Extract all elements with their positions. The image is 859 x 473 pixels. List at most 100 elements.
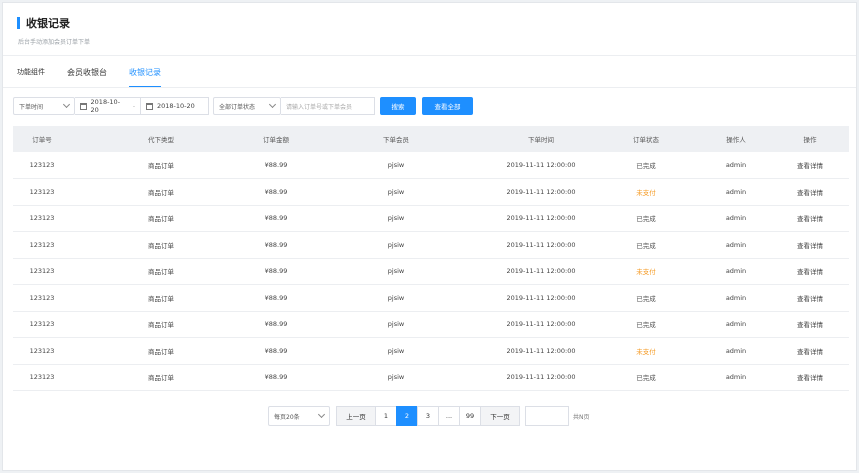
tab-components[interactable]: 功能组件 (17, 67, 45, 88)
main-card: 收银记录 后台手动添加会员订单下单 功能组件 会员收银台 收银记录 下单时间 2… (2, 2, 857, 471)
column-header: 下单会员 (383, 136, 409, 144)
cell-order-no: 123123 (29, 346, 55, 355)
cell-type: 商品订单 (148, 268, 174, 277)
view-all-button[interactable]: 查看全部 (422, 97, 473, 115)
cell-type: 商品订单 (148, 347, 174, 356)
cell-status: 已完成 (636, 162, 656, 170)
column-header: 订单号 (32, 136, 52, 144)
cell-operator: admin (725, 161, 747, 169)
divider (3, 55, 856, 56)
pagination: 每页20条 上一页 1 2 3 ... 99 下一页 共N页 (268, 406, 590, 426)
tab-member-checkout[interactable]: 会员收银台 (67, 67, 107, 88)
cell-amount: ¥88.99 (264, 161, 288, 169)
cell-operator: admin (725, 187, 747, 196)
cell-operator: admin (725, 346, 747, 355)
cell-amount: ¥88.99 (264, 293, 288, 302)
calendar-icon (146, 102, 153, 110)
start-date-value: 2018-10-20 (90, 98, 121, 114)
cell-action[interactable]: 查看详情 (771, 152, 849, 179)
cell-type: 商品订单 (148, 188, 174, 197)
cell-time: 2019-11-11 12:00:00 (506, 214, 576, 223)
cell-status: 已完成 (636, 321, 656, 330)
page-button[interactable]: 99 (459, 406, 481, 426)
cell-order-no: 123123 (29, 320, 55, 329)
column-header: 操作 (803, 136, 817, 144)
next-page-button[interactable]: 下一页 (480, 406, 520, 426)
chevron-down-icon (268, 100, 277, 109)
page-title: 收银记录 (26, 17, 70, 30)
column-header: 下单时间 (528, 136, 554, 144)
cell-status: 已完成 (636, 241, 656, 250)
cell-type: 商品订单 (148, 294, 174, 303)
cell-member: pjsiw (387, 240, 405, 249)
cell-order-no: 123123 (29, 161, 55, 169)
table-row: 123123 商品订单 ¥88.99 pjsiw 2019-11-11 12:00:00… (13, 338, 849, 365)
cell-type: 商品订单 (148, 215, 174, 224)
cell-status: 已完成 (636, 215, 656, 224)
cell-operator: admin (725, 240, 747, 249)
table-row: 123123 商品订单 ¥88.99 pjsiw 2019-11-11 12:00:00… (13, 258, 849, 285)
search-button[interactable]: 搜索 (380, 97, 416, 115)
cell-order-no: 123123 (29, 240, 55, 249)
cell-operator: admin (725, 293, 747, 302)
cell-member: pjsiw (387, 161, 405, 169)
table-row: 123123 商品订单 ¥88.99 pjsiw 2019-11-11 12:00:00… (13, 152, 849, 179)
cell-member: pjsiw (387, 373, 405, 382)
cell-amount: ¥88.99 (264, 320, 288, 329)
cell-action[interactable]: 查看详情 (771, 338, 849, 365)
cell-order-no: 123123 (29, 187, 55, 196)
search-input[interactable]: 请输入订单号或下单会员 (281, 97, 375, 115)
cell-member: pjsiw (387, 293, 405, 302)
cell-member: pjsiw (387, 346, 405, 355)
time-type-select[interactable]: 下单时间 (13, 97, 75, 115)
table-row: 123123 商品订单 ¥88.99 pjsiw 2019-11-11 12:00:00… (13, 205, 849, 232)
page-ellipsis: ... (438, 406, 460, 426)
cell-time: 2019-11-11 12:00:00 (506, 161, 576, 169)
table-row: 123123 商品订单 ¥88.99 pjsiw 2019-11-11 12:00:00… (13, 285, 849, 312)
total-pages: 共N页 (573, 413, 590, 421)
prev-page-button[interactable]: 上一页 (336, 406, 376, 426)
cell-amount: ¥88.99 (264, 214, 288, 223)
cell-action[interactable]: 查看详情 (771, 232, 849, 259)
chevron-down-icon (317, 410, 326, 419)
cell-order-no: 123123 (29, 214, 55, 223)
tab-checkout-records[interactable]: 收银记录 (129, 67, 161, 88)
start-date-picker[interactable]: 2018-10-20 - (75, 97, 141, 115)
cell-type: 商品订单 (148, 374, 174, 383)
cell-order-no: 123123 (29, 293, 55, 302)
page-button[interactable]: 1 (375, 406, 397, 426)
page-button[interactable]: 3 (417, 406, 439, 426)
cell-action[interactable]: 查看详情 (771, 258, 849, 285)
page-button-current[interactable]: 2 (396, 406, 418, 426)
cell-operator: admin (725, 320, 747, 329)
cell-time: 2019-11-11 12:00:00 (506, 320, 576, 329)
cell-type: 商品订单 (148, 241, 174, 250)
cell-action[interactable]: 查看详情 (771, 179, 849, 206)
cell-amount: ¥88.99 (264, 267, 288, 276)
cell-amount: ¥88.99 (264, 346, 288, 355)
page-jump-input[interactable] (525, 406, 569, 426)
date-separator: - (132, 102, 135, 110)
page-size-select[interactable]: 每页20条 (268, 406, 330, 426)
cell-status: 未支付 (636, 268, 656, 277)
cell-status: 已完成 (636, 374, 656, 383)
cell-action[interactable]: 查看详情 (771, 311, 849, 338)
end-date-picker[interactable]: 2018-10-20 (141, 97, 209, 115)
cell-member: pjsiw (387, 320, 405, 329)
cell-member: pjsiw (387, 214, 405, 223)
order-status-select[interactable]: 全部订单状态 (213, 97, 281, 115)
cell-member: pjsiw (387, 267, 405, 276)
order-status-value: 全部订单状态 (219, 103, 256, 111)
cell-member: pjsiw (387, 187, 405, 196)
cell-action[interactable]: 查看详情 (771, 285, 849, 312)
cell-operator: admin (725, 267, 747, 276)
page-header: 收银记录 后台手动添加会员订单下单 (17, 15, 90, 46)
page-subtitle: 后台手动添加会员订单下单 (18, 39, 91, 46)
table-row: 123123 商品订单 ¥88.99 pjsiw 2019-11-11 12:00:00… (13, 179, 849, 206)
cell-type: 商品订单 (148, 321, 174, 330)
filter-bar: 下单时间 2018-10-20 - 2018-10-20 全部订单状态 请输入订… (13, 97, 473, 115)
cell-action[interactable]: 查看详情 (771, 205, 849, 232)
cell-action[interactable]: 查看详情 (771, 364, 849, 391)
chevron-down-icon (62, 100, 71, 109)
cell-status: 已完成 (636, 294, 656, 303)
